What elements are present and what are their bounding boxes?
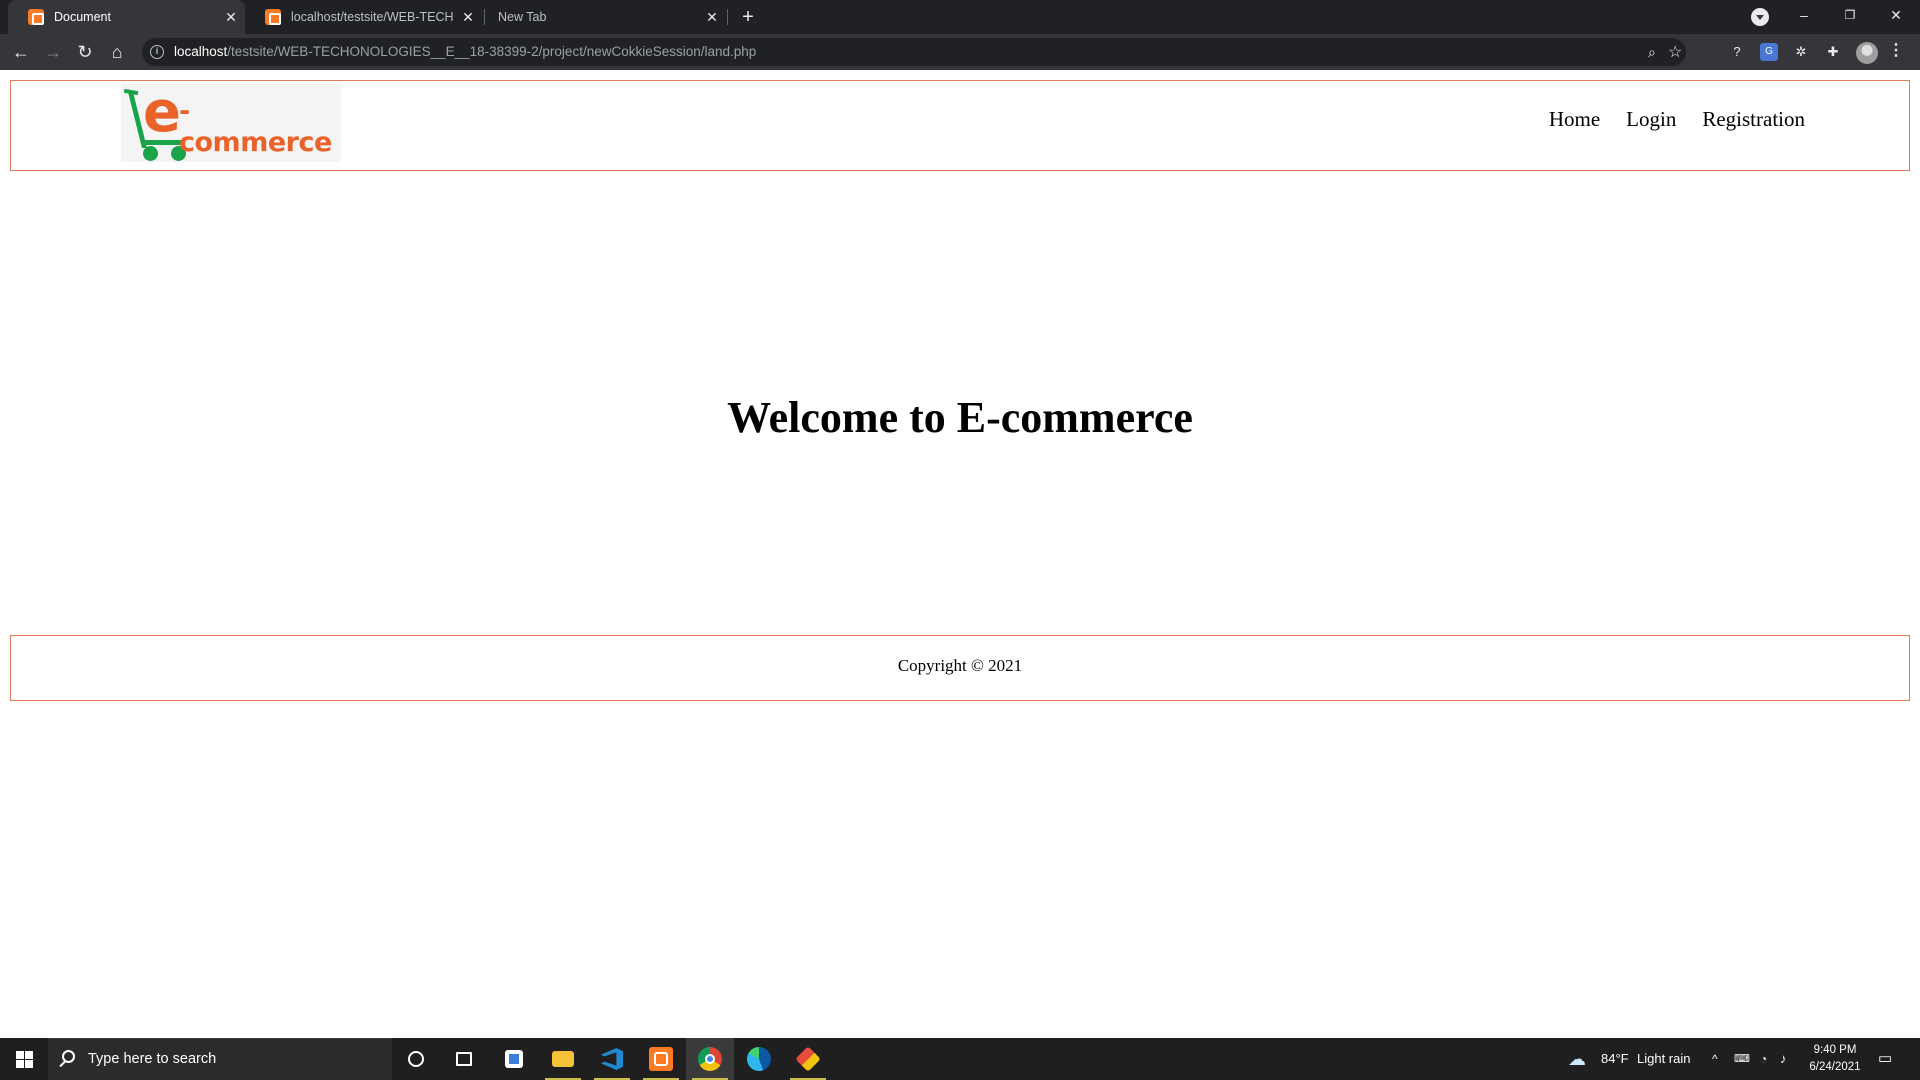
clock-date: 6/24/2021 [1809, 1061, 1861, 1073]
web-page: e -commerce Home Login Registration Welc… [0, 70, 1920, 1038]
copyright-text: Copyright © 2021 [897, 656, 1023, 675]
xampp-icon[interactable] [637, 1038, 685, 1080]
tab-search-icon[interactable] [1751, 8, 1769, 26]
browser-toolbar: ← → ↻ ⌂ i localhost/testsite/WEB-TECHONO… [0, 34, 1920, 70]
ecommerce-logo[interactable]: e -commerce [121, 80, 341, 162]
logo-text: -commerce [179, 96, 332, 158]
store-icon[interactable] [490, 1038, 538, 1080]
edge-icon[interactable] [735, 1038, 783, 1080]
main-nav: Home Login Registration [1549, 107, 1805, 132]
translate-extension-icon[interactable]: G [1760, 43, 1778, 61]
zoom-icon[interactable]: ⌕ [1648, 44, 1656, 61]
minimize-button[interactable]: – [1781, 0, 1827, 30]
url-text[interactable]: localhost/testsite/WEB-TECHONOLOGIES__E_… [174, 44, 756, 59]
tab-title: localhost/testsite/WEB-TECHONOLOGIES__E_… [291, 10, 454, 24]
site-footer: Copyright © 2021 [10, 635, 1910, 701]
cortana-icon[interactable] [392, 1038, 440, 1080]
browser-menu-icon[interactable]: ⋮ [1888, 40, 1904, 60]
close-window-button[interactable]: ✕ [1873, 0, 1919, 30]
input-method-icon[interactable]: ⌨ [1734, 1038, 1750, 1080]
xampp-favicon-icon [28, 9, 44, 25]
tab-document[interactable]: Document ✕ [8, 0, 245, 34]
task-view-icon[interactable] [440, 1038, 488, 1080]
site-info-icon[interactable]: i [150, 45, 164, 59]
nav-login-link[interactable]: Login [1626, 107, 1676, 132]
nav-registration-link[interactable]: Registration [1702, 107, 1805, 132]
clock-time: 9:40 PM [1813, 1044, 1857, 1056]
volume-icon[interactable]: ♪ [1780, 1038, 1787, 1080]
show-hidden-icons-icon[interactable]: ^ [1712, 1038, 1718, 1080]
restore-button[interactable]: ❐ [1827, 0, 1873, 30]
tab-title: New Tab [498, 10, 547, 24]
weather-temp[interactable]: 84°F [1601, 1038, 1629, 1080]
address-bar[interactable]: i localhost/testsite/WEB-TECHONOLOGIES__… [142, 38, 1686, 66]
tab-separator [727, 9, 728, 25]
browser-tabstrip: Document ✕ localhost/testsite/WEB-TECHON… [0, 0, 1920, 34]
taskbar-clock[interactable]: 9:40 PM 6/24/2021 [1795, 1042, 1875, 1076]
profile-avatar-icon[interactable] [1856, 42, 1878, 64]
taskbar-search-box[interactable]: Type here to search [48, 1038, 392, 1080]
network-wifi-icon[interactable]: ◔ [1760, 1038, 1767, 1080]
weather-cloud-icon[interactable]: ☁ [1568, 1038, 1586, 1080]
url-path: /testsite/WEB-TECHONOLOGIES__E__18-38399… [227, 44, 757, 59]
notifications-icon[interactable]: ▭ [1878, 1038, 1892, 1080]
new-tab-button[interactable]: + [734, 4, 762, 30]
search-icon [62, 1050, 75, 1063]
close-tab-icon[interactable]: ✕ [698, 9, 726, 26]
weather-text[interactable]: Light rain [1637, 1038, 1690, 1080]
back-arrow-icon[interactable]: ← [8, 39, 34, 65]
windows-taskbar: Type here to search ☁ 84°F Light rain ^ … [0, 1038, 1920, 1080]
close-tab-icon[interactable]: ✕ [217, 9, 245, 26]
xampp-favicon-icon [265, 9, 281, 25]
chrome-icon[interactable] [686, 1038, 734, 1080]
cart-wheel-icon [143, 146, 158, 161]
site-header: e -commerce Home Login Registration [10, 80, 1910, 171]
windows-start-icon[interactable] [0, 1038, 48, 1080]
home-icon[interactable]: ⌂ [104, 39, 130, 65]
close-tab-icon[interactable]: ✕ [454, 9, 482, 26]
extensions-puzzle-icon[interactable]: ✚ [1824, 43, 1842, 61]
git-icon[interactable] [784, 1038, 832, 1080]
file-explorer-icon[interactable] [539, 1038, 587, 1080]
reload-icon[interactable]: ↻ [72, 39, 98, 65]
tab-localhost[interactable]: localhost/testsite/WEB-TECHONOLOGIES__E_… [245, 0, 482, 34]
forward-arrow-icon[interactable]: → [40, 39, 66, 65]
logo-letter: e [143, 80, 181, 145]
nav-home-link[interactable]: Home [1549, 107, 1600, 132]
vscode-icon[interactable] [588, 1038, 636, 1080]
extension-help-icon[interactable]: ? [1728, 43, 1746, 61]
tab-new-tab[interactable]: New Tab ✕ [484, 0, 726, 34]
url-host: localhost [174, 44, 228, 59]
settings-extension-icon[interactable]: ✲ [1792, 43, 1810, 61]
bookmark-star-icon[interactable]: ☆ [1668, 42, 1682, 62]
tab-title: Document [54, 10, 111, 24]
taskbar-search-placeholder: Type here to search [88, 1051, 217, 1067]
welcome-heading: Welcome to E-commerce [727, 393, 1193, 442]
